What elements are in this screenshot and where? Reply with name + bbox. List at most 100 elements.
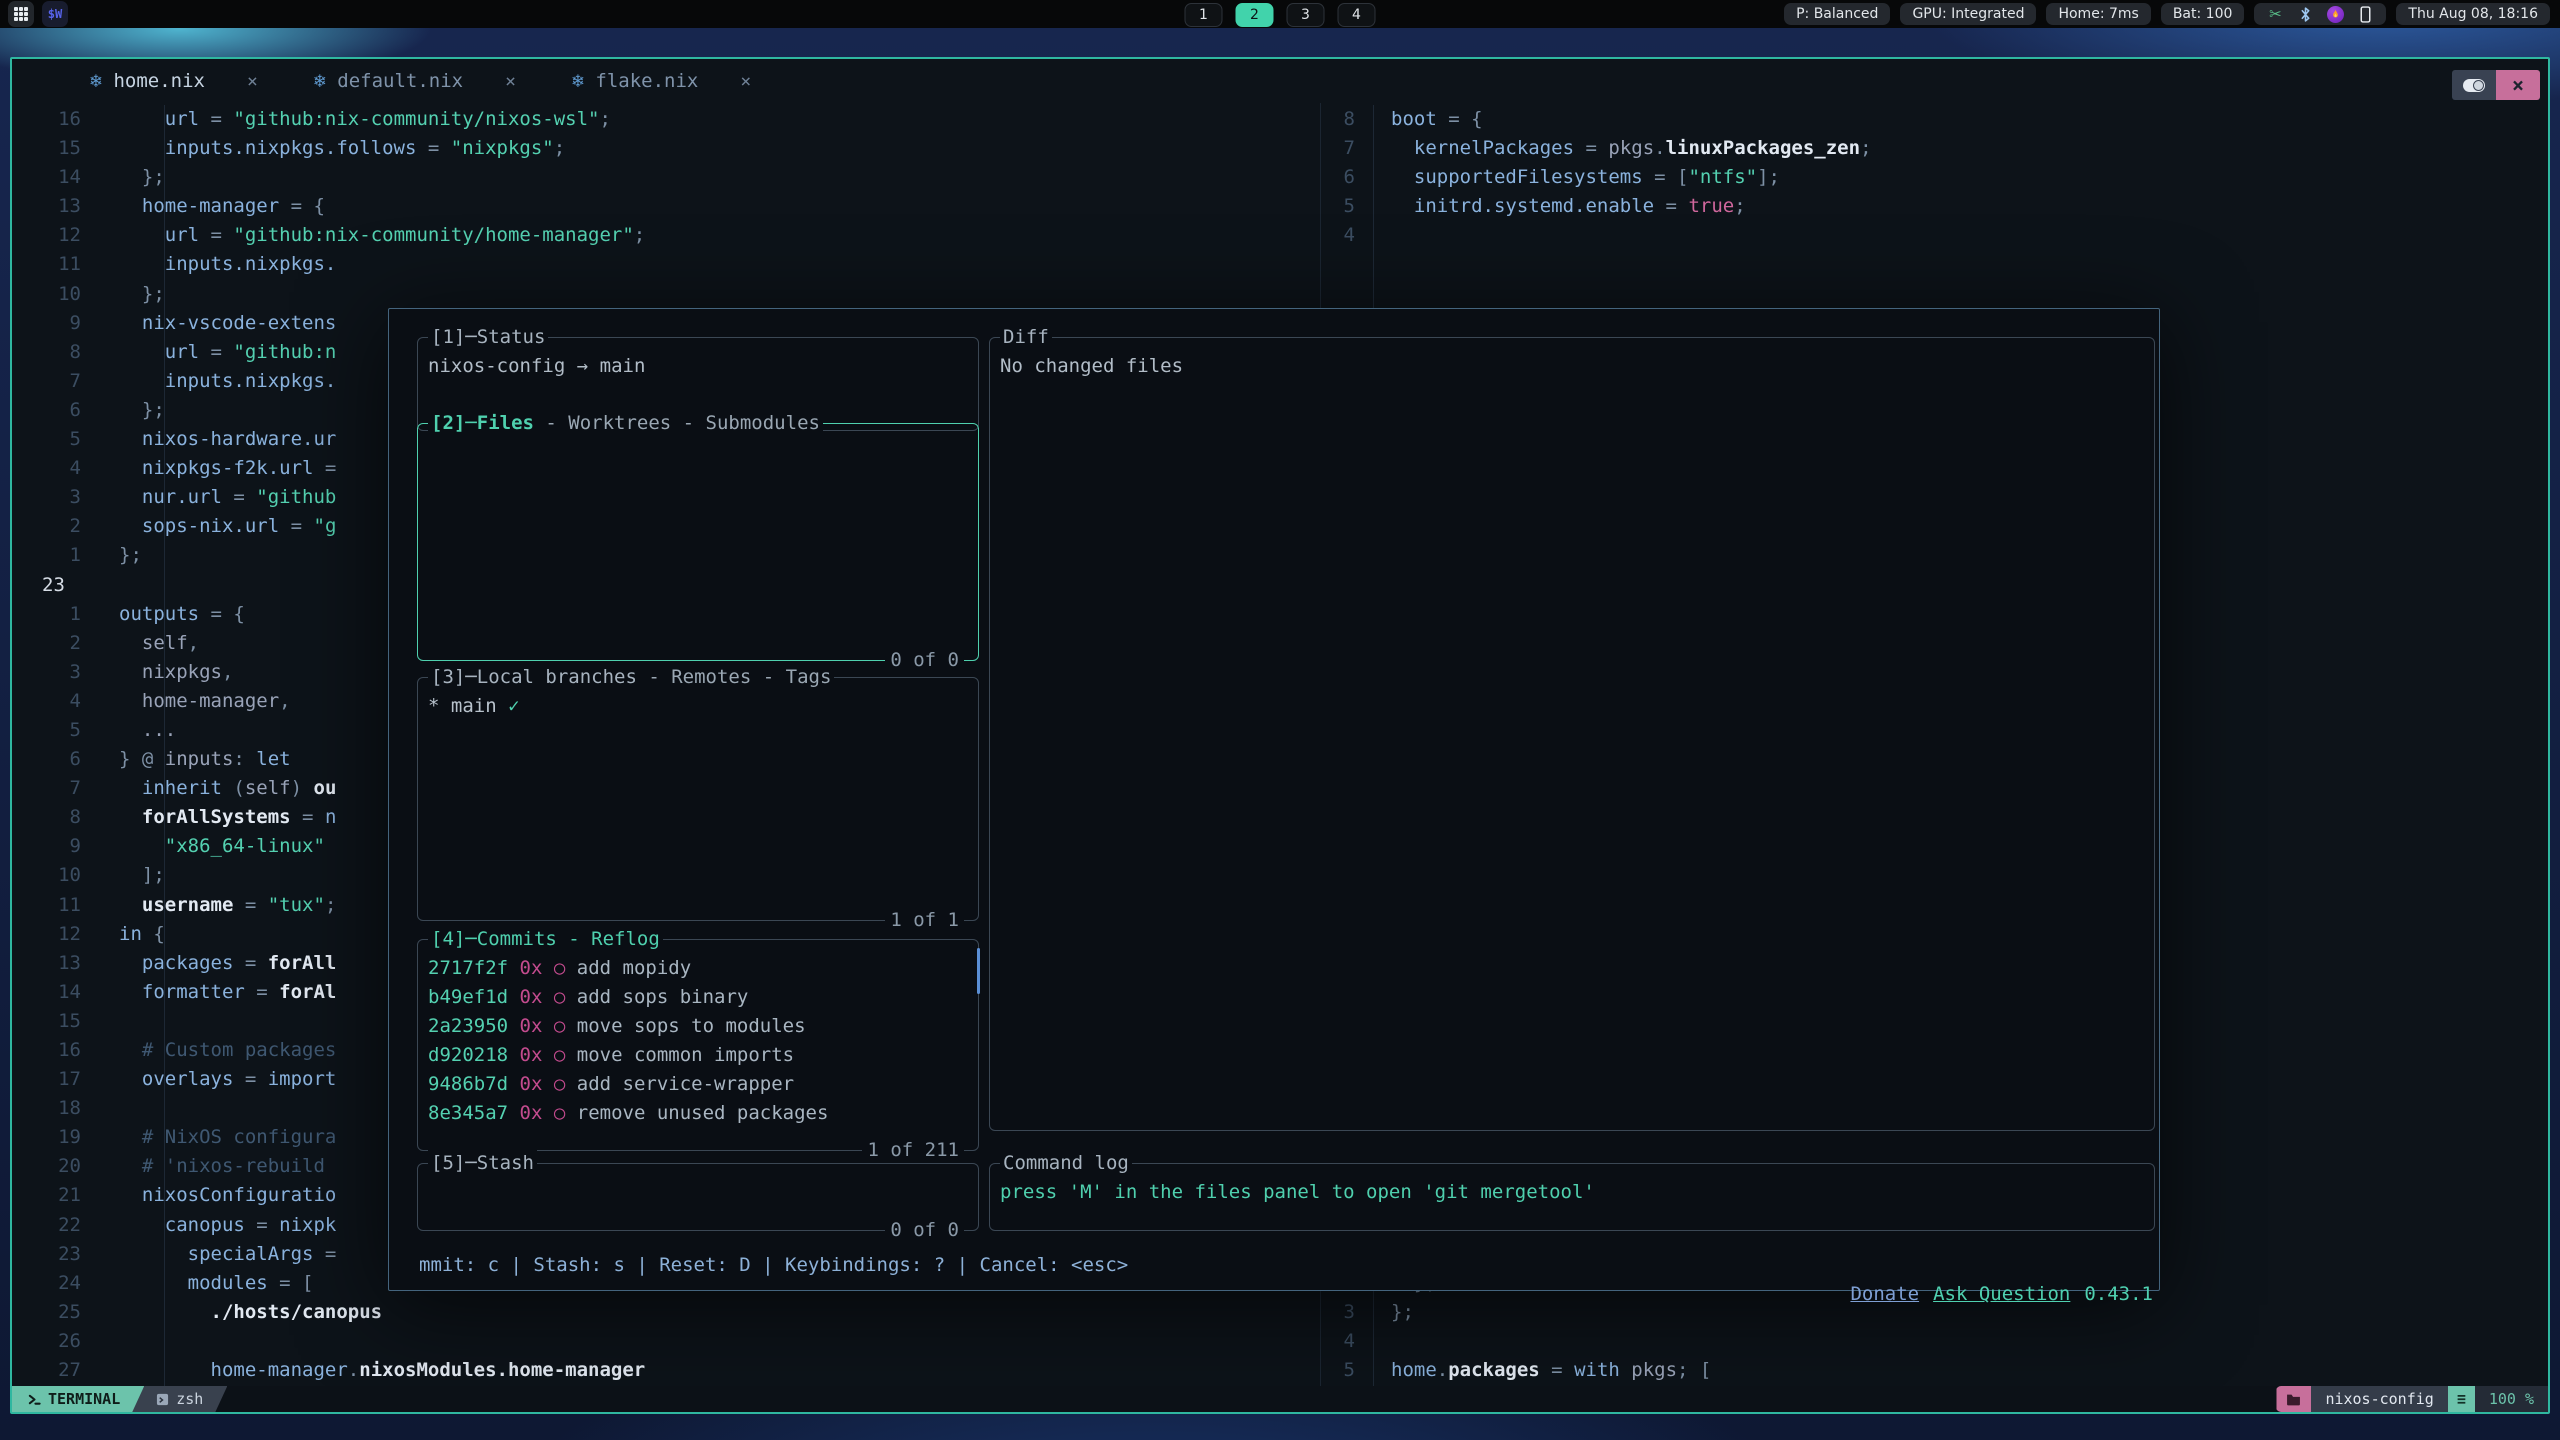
- code-text: modules = [: [119, 1269, 313, 1298]
- commit-row[interactable]: b49ef1d 0x ○ add sops binary: [428, 983, 978, 1012]
- bluetooth-icon[interactable]: [2296, 5, 2314, 23]
- pane-toggle-button[interactable]: [2452, 70, 2496, 100]
- ask-question-link[interactable]: Ask Question: [1933, 1283, 2070, 1305]
- code-text: home.packages = with pkgs; [: [1391, 1356, 1711, 1385]
- code-line[interactable]: 15 inputs.nixpkgs.follows = "nixpkgs";: [12, 134, 1318, 163]
- nix-snowflake-icon: ❄: [90, 70, 101, 92]
- code-text: boot = {: [1391, 105, 1483, 134]
- code-right-top: 8boot = {7 kernelPackages = pkgs.linuxPa…: [1321, 105, 1872, 250]
- code-text: };: [119, 163, 165, 192]
- tab-close-icon[interactable]: ×: [740, 71, 751, 92]
- phone-icon[interactable]: [2356, 5, 2374, 23]
- code-line[interactable]: 5 initrd.systemd.enable = true;: [1321, 192, 1872, 221]
- line-number: 14: [12, 978, 81, 1007]
- code-line[interactable]: 6 supportedFilesystems = ["ntfs"];: [1321, 163, 1872, 192]
- line-number: 18: [12, 1094, 81, 1123]
- session-badge[interactable]: $W: [42, 1, 68, 27]
- lazygit-stash-panel[interactable]: [5]─Stash 0 of 0: [417, 1163, 979, 1231]
- workspace-3[interactable]: 3: [1287, 3, 1325, 27]
- line-number: 3: [12, 658, 81, 687]
- tab-close-icon[interactable]: ×: [505, 71, 516, 92]
- code-line[interactable]: 12 url = "github:nix-community/home-mana…: [12, 221, 1318, 250]
- commit-row[interactable]: 8e345a7 0x ○ remove unused packages: [428, 1099, 978, 1128]
- lazygit-diff-panel[interactable]: Diff No changed files: [989, 337, 2155, 1131]
- code-text: # Custom packages: [119, 1036, 336, 1065]
- status-pill: P: Balanced: [1784, 3, 1890, 25]
- commit-list: 2717f2f 0x ○ add mopidyb49ef1d 0x ○ add …: [418, 940, 978, 1129]
- line-number: 6: [12, 396, 81, 425]
- code-text: outputs = {: [119, 600, 245, 629]
- tab-default.nix[interactable]: ❄ default.nix ×: [314, 70, 516, 92]
- code-text: ./hosts/canopus: [119, 1298, 382, 1327]
- branches-panel-title: [3]─Local branches - Remotes - Tags: [428, 663, 834, 692]
- nix-snowflake-icon: ❄: [572, 70, 583, 92]
- code-line[interactable]: 4: [1321, 221, 1872, 250]
- line-number: 7: [12, 367, 81, 396]
- scroll-position: 100 %: [2475, 1386, 2548, 1412]
- code-line[interactable]: 13 home-manager = {: [12, 192, 1318, 221]
- tab-close-icon[interactable]: ×: [247, 71, 258, 92]
- commit-row[interactable]: d920218 0x ○ move common imports: [428, 1041, 978, 1070]
- commit-row[interactable]: 2a23950 0x ○ move sops to modules: [428, 1012, 978, 1041]
- line-number: 9: [12, 832, 81, 861]
- line-number: 17: [12, 1065, 81, 1094]
- line-number: 19: [12, 1123, 81, 1152]
- lazygit-commits-panel[interactable]: [4]─Commits - Reflog 2717f2f 0x ○ add mo…: [417, 939, 979, 1151]
- code-line[interactable]: 14 };: [12, 163, 1318, 192]
- code-line[interactable]: 10 };: [12, 280, 1318, 309]
- commit-row[interactable]: 2717f2f 0x ○ add mopidy: [428, 954, 978, 983]
- scissors-icon[interactable]: ✂: [2266, 5, 2284, 23]
- diff-panel-title: Diff: [1000, 323, 1052, 352]
- code-line[interactable]: 11 inputs.nixpkgs.: [12, 250, 1318, 279]
- lazygit-footer-links: Donate Ask Question 0.43.1: [989, 1251, 2153, 1338]
- files-count: 0 of 0: [885, 646, 964, 675]
- lazygit-version: 0.43.1: [2084, 1283, 2153, 1305]
- flame-icon[interactable]: [2326, 5, 2344, 23]
- workspace-1[interactable]: 1: [1185, 3, 1223, 27]
- clock[interactable]: Thu Aug 08, 18:16: [2396, 3, 2550, 25]
- lazygit-branches-panel[interactable]: [3]─Local branches - Remotes - Tags * ma…: [417, 677, 979, 921]
- donate-link[interactable]: Donate: [1850, 1283, 1919, 1305]
- line-number: 15: [12, 1007, 81, 1036]
- line-number: 5: [12, 716, 81, 745]
- nix-snowflake-icon: ❄: [314, 70, 325, 92]
- line-number: 25: [12, 1298, 81, 1327]
- line-number: 15: [12, 134, 81, 163]
- code-text: # NixOS configura: [119, 1123, 336, 1152]
- window-close-button[interactable]: ×: [2496, 70, 2540, 100]
- tab-home.nix[interactable]: ❄ home.nix ×: [90, 70, 258, 92]
- app-launcher-button[interactable]: [8, 1, 34, 27]
- status-pill: Home: 7ms: [2046, 3, 2150, 25]
- workspace-2[interactable]: 2: [1236, 3, 1274, 27]
- shell-tab[interactable]: zsh: [130, 1386, 227, 1412]
- toggle-icon: [2463, 79, 2485, 92]
- command-log-message: press 'M' in the files panel to open 'gi…: [990, 1164, 2154, 1207]
- code-line[interactable]: 27 home-manager.nixosModules.home-manage…: [12, 1356, 1318, 1385]
- line-number: 23: [12, 571, 111, 600]
- code-text: "x86_64-linux": [119, 832, 325, 861]
- line-number: 10: [12, 861, 81, 890]
- code-line[interactable]: 7 kernelPackages = pkgs.linuxPackages_ze…: [1321, 134, 1872, 163]
- repo-folder-segment: [2276, 1386, 2311, 1412]
- code-line[interactable]: 5home.packages = with pkgs; [: [1321, 1356, 1711, 1385]
- lazygit-floating-pane: [1]─Status nixos-config → main [2]─Files…: [388, 308, 2160, 1291]
- tab-flake.nix[interactable]: ❄flake.nix×: [572, 70, 751, 92]
- code-text: nixosConfiguratio: [119, 1181, 336, 1210]
- commit-row[interactable]: 9486b7d 0x ○ add service-wrapper: [428, 1070, 978, 1099]
- code-text: specialArgs =: [119, 1240, 336, 1269]
- lazygit-files-panel[interactable]: [2]─Files - Worktrees - Submodules 0 of …: [417, 423, 979, 661]
- tab-label: home.nix: [113, 70, 205, 92]
- line-number: 4: [12, 454, 81, 483]
- workspace-4[interactable]: 4: [1338, 3, 1376, 27]
- code-line[interactable]: 8boot = {: [1321, 105, 1872, 134]
- line-number: 9: [12, 309, 81, 338]
- commits-scrollbar[interactable]: [977, 948, 980, 994]
- line-number: 16: [12, 105, 81, 134]
- code-line[interactable]: 16 url = "github:nix-community/nixos-wsl…: [12, 105, 1318, 134]
- code-text: forAllSystems = n: [119, 803, 336, 832]
- code-text: url = "github:n: [119, 338, 336, 367]
- tab-label: default.nix: [337, 70, 463, 92]
- code-text: };: [119, 541, 142, 570]
- status-pill-group: P: BalancedGPU: IntegratedHome: 7msBat: …: [1784, 3, 2244, 25]
- lazygit-command-log-panel[interactable]: Command log press 'M' in the files panel…: [989, 1163, 2155, 1231]
